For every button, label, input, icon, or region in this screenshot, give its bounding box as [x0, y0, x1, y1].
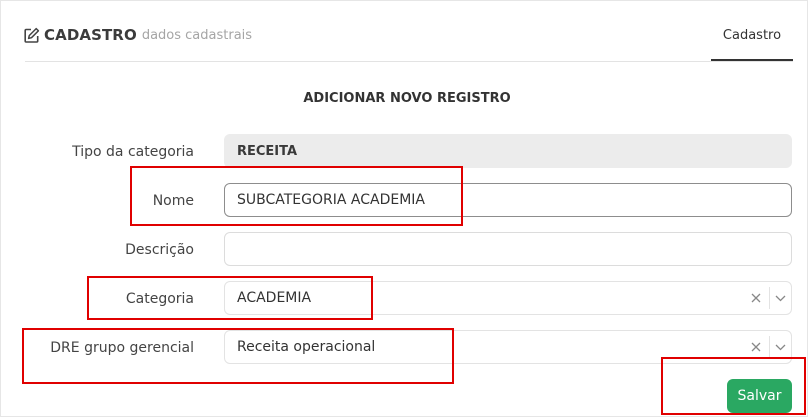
cadastro-card: CADASTRO dados cadastrais Cadastro ADICI… [0, 0, 808, 417]
tab-cadastro[interactable]: Cadastro [711, 23, 793, 61]
page-subtitle: dados cadastrais [141, 28, 253, 43]
form-heading: ADICIONAR NOVO REGISTRO [303, 91, 511, 106]
save-button[interactable]: Salvar [727, 379, 792, 413]
categoria-label: Categoria [125, 291, 194, 307]
header-divider [25, 61, 793, 62]
dre-grupo-select[interactable]: Receita operacional [224, 330, 792, 364]
categoria-select[interactable]: ACADEMIA [224, 281, 792, 315]
nome-input[interactable]: SUBCATEGORIA ACADEMIA [224, 183, 792, 217]
dre-grupo-label: DRE grupo gerencial [50, 340, 194, 356]
page-title-text: CADASTRO [44, 26, 137, 44]
descricao-input[interactable] [224, 232, 792, 266]
chevron-down-icon[interactable] [770, 331, 791, 363]
descricao-label: Descrição [125, 242, 194, 258]
categoria-value: ACADEMIA [237, 290, 312, 306]
dre-grupo-value: Receita operacional [237, 339, 376, 355]
tipo-categoria-field: RECEITA [224, 134, 792, 168]
clear-x-icon[interactable] [743, 282, 769, 314]
edit-icon [23, 27, 40, 44]
clear-x-icon[interactable] [743, 331, 769, 363]
tipo-categoria-label: Tipo da categoria [72, 144, 194, 160]
nome-label: Nome [152, 193, 194, 209]
chevron-down-icon[interactable] [770, 282, 791, 314]
page-title: CADASTRO dados cadastrais [23, 25, 252, 45]
